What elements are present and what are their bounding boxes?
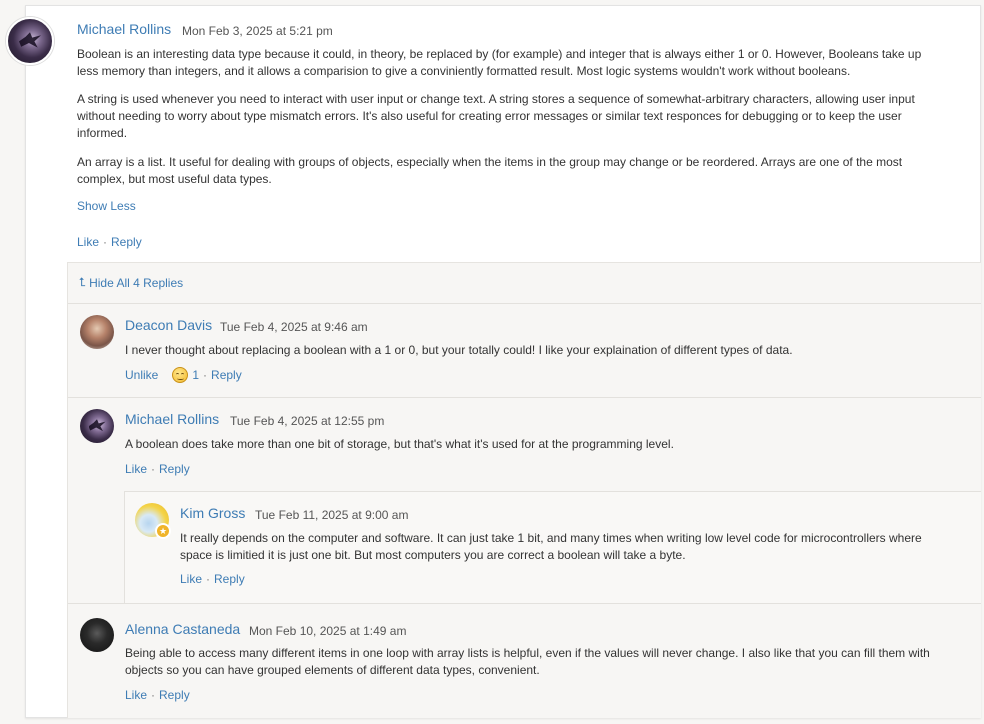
reply-button[interactable]: Reply [211,368,242,382]
reply-text: It really depends on the computer and so… [180,531,922,562]
divider [68,303,981,304]
reply-author[interactable]: Michael Rollins [125,411,219,427]
post-paragraph: An array is a list. It useful for dealin… [77,155,903,186]
collapse-arrow-icon: ⮤ [79,275,87,289]
reply-button[interactable]: Reply [159,462,190,476]
avatar[interactable] [80,315,114,349]
reply-text: A boolean does take more than one bit of… [125,437,674,451]
like-button[interactable]: Like [125,462,147,476]
divider [68,397,981,398]
divider [68,603,981,604]
reply-author[interactable]: Deacon Davis [125,317,212,333]
reply-timestamp: Tue Feb 4, 2025 at 9:46 am [220,320,368,334]
show-less-link[interactable]: Show Less [77,199,136,213]
separator: · [103,235,108,249]
reply-button[interactable]: Reply [111,235,142,249]
reply-button[interactable]: Reply [159,688,190,702]
separator: · [203,368,208,382]
unlike-button[interactable]: Unlike [125,368,158,382]
reply-timestamp: Tue Feb 4, 2025 at 12:55 pm [230,414,385,428]
reply-author[interactable]: Alenna Castaneda [125,621,240,637]
avatar[interactable] [6,17,54,65]
reply-text: Being able to access many different item… [125,646,930,677]
like-button[interactable]: Like [180,572,202,586]
reply-author[interactable]: Kim Gross [180,505,245,521]
reply-button[interactable]: Reply [214,572,245,586]
like-count[interactable]: 1 [192,368,199,382]
post-timestamp: Mon Feb 3, 2025 at 5:21 pm [182,24,333,38]
avatar[interactable] [80,409,114,443]
smile-emoji-icon[interactable] [172,367,189,383]
separator: · [151,462,156,476]
like-button[interactable]: Like [125,688,147,702]
hide-replies-label: Hide All 4 Replies [89,275,184,290]
hide-replies-toggle[interactable]: ⮤ Hide All 4 Replies [79,275,183,290]
post-author[interactable]: Michael Rollins [77,21,171,37]
star-badge-icon: ★ [155,523,171,539]
post-paragraph: Boolean is an interesting data type beca… [77,47,922,78]
reply-timestamp: Tue Feb 11, 2025 at 9:00 am [255,508,409,522]
separator: · [151,688,156,702]
like-button[interactable]: Like [77,235,99,249]
reply-timestamp: Mon Feb 10, 2025 at 1:49 am [249,624,407,638]
avatar[interactable] [80,618,114,652]
post-paragraph: A string is used whenever you need to in… [77,92,915,140]
avatar[interactable]: ★ [135,503,171,539]
separator: · [206,572,211,586]
reply-text: I never thought about replacing a boolea… [125,343,793,357]
